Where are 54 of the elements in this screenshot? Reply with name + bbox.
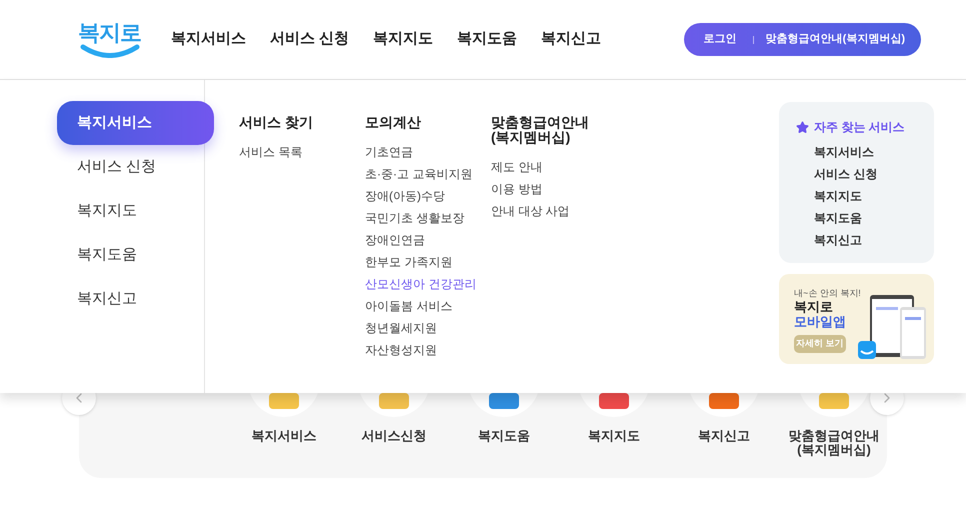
service-label[interactable]: 복지서비스 (229, 429, 339, 443)
service-label[interactable]: 맞춤형급여안내 (복지멤버십) (779, 429, 889, 457)
login-button[interactable]: 로그인 (696, 31, 745, 48)
submenu-link[interactable]: 산모신생아 건강관리 (365, 276, 491, 292)
side-menu-item[interactable]: 복지지도 (57, 189, 214, 233)
service-icon[interactable] (709, 393, 739, 409)
submenu-link[interactable]: 한부모 가족지원 (365, 254, 491, 270)
submenu-link[interactable]: 청년월세지원 (365, 320, 491, 336)
service-label[interactable]: 복지신고 (669, 429, 779, 443)
column-title: 모의계산 (365, 115, 422, 130)
submenu-link[interactable]: 제도 안내 (491, 159, 617, 175)
banner-title: 복지로 (794, 299, 834, 314)
star-icon (796, 120, 809, 134)
submenu-link[interactable]: 장애(아동)수당 (365, 188, 491, 204)
favorite-link[interactable]: 복지서비스 (814, 144, 934, 160)
submenu-link[interactable]: 국민기초 생활보장 (365, 210, 491, 226)
membership-button[interactable]: 맞춤형급여안내(복지멤버십) (762, 31, 909, 48)
banner-subtitle: 모바일앱 (794, 314, 847, 329)
nav-link[interactable]: 복지신고 (541, 28, 602, 51)
side-menu-item[interactable]: 서비스 신청 (57, 145, 214, 189)
submenu-link[interactable]: 이용 방법 (491, 181, 617, 197)
service-label[interactable]: 서비스신청 (339, 429, 449, 443)
nav-link[interactable]: 복지지도 (373, 28, 434, 51)
favorite-link[interactable]: 서비스 신청 (814, 166, 934, 182)
favorite-link[interactable]: 복지도움 (814, 210, 934, 226)
submenu-link[interactable]: 서비스 목록 (239, 144, 365, 160)
banner-tagline: 내~손 안의 복지! (794, 288, 862, 299)
service-icon[interactable] (489, 393, 519, 409)
service-label[interactable]: 복지지도 (559, 429, 669, 443)
submenu-link[interactable]: 아이돌봄 서비스 (365, 298, 491, 314)
column-title: 서비스 찾기 (239, 115, 314, 130)
favorites-title: 자주 찾는 서비스 (814, 119, 905, 136)
smile-icon (80, 44, 140, 58)
side-menu-item[interactable]: 복지서비스 (57, 101, 214, 145)
submenu-link[interactable]: 기초연금 (365, 144, 491, 160)
favorite-link[interactable]: 복지신고 (814, 232, 934, 248)
favorite-link[interactable]: 복지지도 (814, 188, 934, 204)
side-menu-item[interactable]: 복지도움 (57, 233, 214, 277)
service-label[interactable]: 복지도움 (449, 429, 559, 443)
service-icon[interactable] (599, 393, 629, 409)
service-icon[interactable] (379, 393, 409, 409)
app-banner[interactable]: 내~손 안의 복지! 복지로 모바일앱 자세히 보기 (779, 274, 934, 364)
nav-link[interactable]: 서비스 신청 (270, 28, 350, 51)
phone-app-drawing (858, 293, 928, 361)
submenu-link[interactable]: 장애인연금 (365, 232, 491, 248)
column-title: 맞춤형급여안내 (복지멤버십) (491, 115, 590, 145)
submenu-link[interactable]: 안내 대상 사업 (491, 203, 617, 219)
service-icon[interactable] (269, 393, 299, 409)
submenu-link[interactable]: 초·중·고 교육비지원 (365, 166, 491, 182)
side-menu-item[interactable]: 복지신고 (57, 277, 214, 321)
submenu-link[interactable]: 자산형성지원 (365, 342, 491, 358)
nav-link[interactable]: 복지서비스 (171, 28, 246, 51)
nav-link[interactable]: 복지도움 (457, 28, 518, 51)
service-icon[interactable] (819, 393, 849, 409)
